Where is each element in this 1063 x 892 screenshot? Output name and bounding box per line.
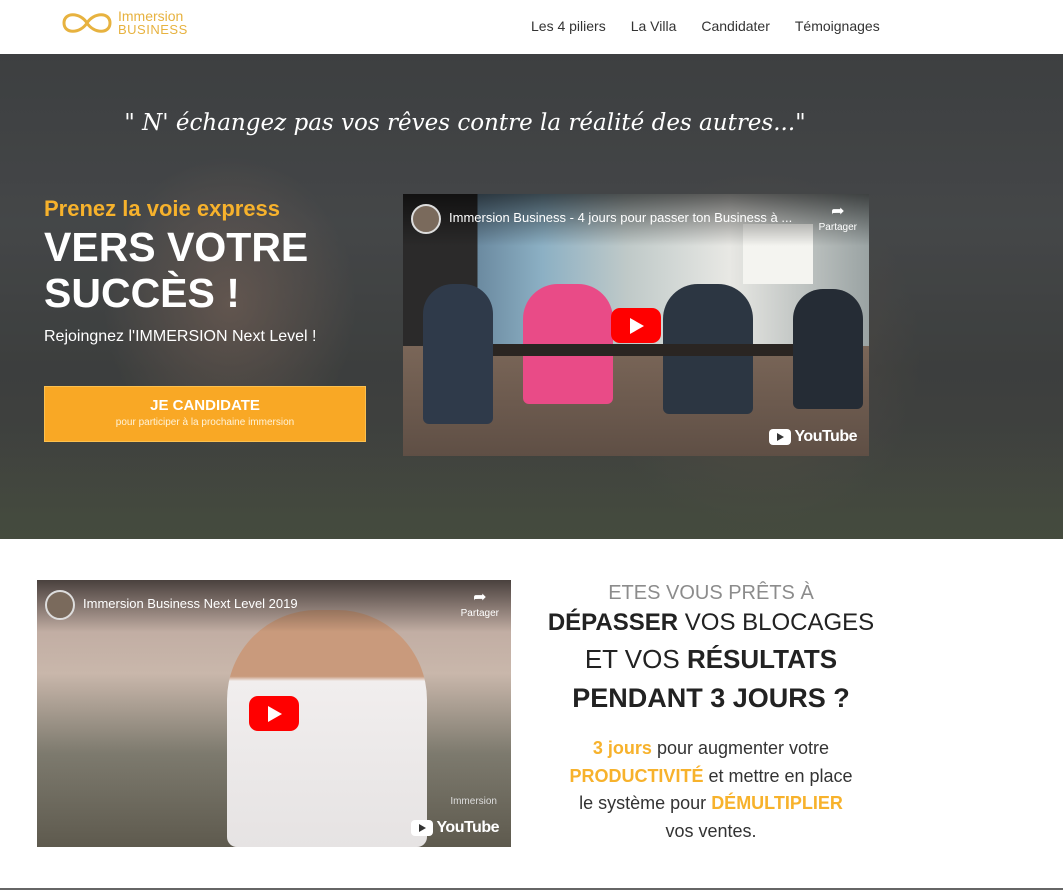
play-button[interactable]	[249, 696, 299, 731]
highlight-3-jours: 3 jours	[592, 738, 652, 758]
candidate-button[interactable]: JE CANDIDATE pour participer à la procha…	[44, 386, 366, 442]
hero-headline-line1: VERS VOTRE	[44, 224, 309, 270]
pitch-line-3-bold: RÉSULTATS	[686, 644, 838, 674]
nav-link-piliers[interactable]: Les 4 piliers	[531, 18, 606, 34]
share-label: Partager	[460, 608, 499, 619]
candidate-button-sublabel: pour participer à la prochaine immersion	[115, 417, 295, 428]
play-icon	[268, 706, 282, 722]
share-icon: ➦	[831, 203, 845, 220]
hero-headline: VERS VOTRE SUCCÈS !	[44, 224, 308, 316]
highlight-productivite: PRODUCTIVITÉ	[569, 765, 704, 786]
nav-link-temoignages[interactable]: Témoignages	[795, 18, 880, 34]
youtube-logo[interactable]: YouTube	[769, 428, 857, 446]
share-button[interactable]: ➦ Partager	[818, 203, 857, 234]
pitch-line-4: PENDANT 3 JOURS ?	[572, 683, 850, 713]
play-icon	[630, 318, 644, 334]
channel-avatar[interactable]	[45, 590, 75, 620]
logo-text-business: BUSINESS	[118, 22, 188, 37]
youtube-wordmark: YouTube	[436, 819, 499, 836]
infinity-logo-icon	[62, 13, 112, 33]
pitch-body-text: pour augmenter votre	[651, 738, 830, 758]
candidate-button-label: JE CANDIDATE	[150, 397, 260, 414]
play-button[interactable]	[611, 308, 661, 343]
hero-express-heading: Prenez la voie express	[44, 196, 281, 221]
site-logo[interactable]: Immersion BUSINESS	[60, 6, 210, 40]
pitch-line-2: DÉPASSER VOS BLOCAGES	[530, 609, 892, 637]
youtube-wordmark: YouTube	[794, 428, 857, 445]
section-divider	[0, 888, 1063, 890]
hero-quote: " N' échangez pas vos rêves contre la ré…	[124, 110, 806, 136]
hero-subtext: Rejoingnez l'IMMERSION Next Level !	[44, 328, 317, 345]
nav-link-villa[interactable]: La Villa	[631, 18, 677, 34]
youtube-play-icon	[411, 820, 434, 836]
main-nav: Les 4 piliers La Villa Candidater Témoig…	[531, 18, 905, 34]
site-header: Immersion BUSINESS Les 4 piliers La Vill…	[0, 0, 1063, 54]
pitch-body: 3 jours pour augmenter votre PRODUCTIVIT…	[530, 735, 892, 845]
hero-video-embed[interactable]: Immersion Business - 4 jours pour passer…	[403, 194, 869, 456]
nav-link-candidater[interactable]: Candidater	[701, 18, 770, 34]
pitch-body-text: vos ventes.	[665, 820, 757, 841]
video-title[interactable]: Immersion Business - 4 jours pour passer…	[449, 210, 792, 225]
youtube-logo[interactable]: YouTube	[411, 819, 499, 837]
pitch-line-3-pre: ET VOS	[584, 644, 687, 674]
hero-headline-line2: SUCCÈS !	[44, 270, 240, 316]
share-button[interactable]: ➦ Partager	[460, 589, 499, 620]
pitch-line-3: ET VOS RÉSULTATS	[530, 644, 892, 675]
channel-avatar[interactable]	[411, 204, 441, 234]
pitch-line-2-bold: DÉPASSER	[547, 609, 679, 636]
share-label: Partager	[818, 222, 857, 233]
highlight-demultiplier: DÉMULTIPLIER	[711, 793, 843, 813]
video-title[interactable]: Immersion Business Next Level 2019	[83, 596, 298, 611]
share-icon: ➦	[473, 589, 487, 606]
next-level-video-embed[interactable]: Immersion Business Next Level 2019 ➦ Par…	[37, 580, 511, 847]
pitch-line-2-rest: VOS BLOCAGES	[678, 609, 875, 636]
video-thumb-table	[493, 344, 793, 356]
video-thumb-person	[793, 289, 863, 409]
video-watermark: Immersion	[450, 796, 497, 807]
pitch-line-1: ETES VOUS PRÊTS À	[608, 582, 814, 604]
pitch-body-text: et mettre en place	[703, 765, 853, 786]
youtube-play-icon	[769, 429, 792, 445]
video-thumb-person	[423, 284, 493, 424]
pitch-body-text: le système pour	[579, 793, 712, 813]
